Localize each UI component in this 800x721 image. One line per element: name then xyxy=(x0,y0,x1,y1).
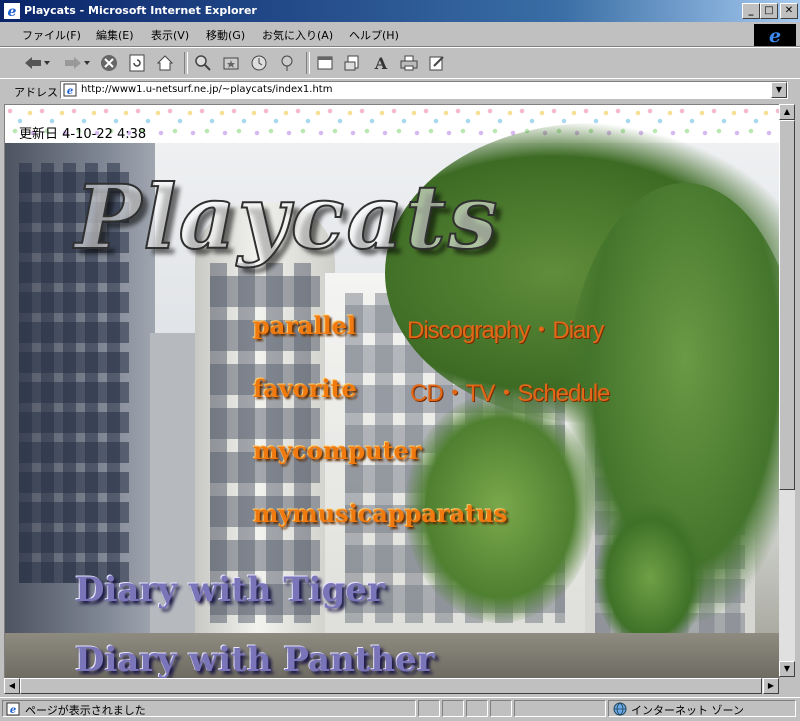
link-favorite[interactable]: favorite xyxy=(253,374,357,403)
horizontal-scroll-thumb[interactable] xyxy=(20,678,762,694)
window-title: Playcats - Microsoft Internet Explorer xyxy=(24,4,257,17)
page-content: 更新日 4-10-22 4:38 Playcats parallel Disco… xyxy=(4,104,780,679)
home-icon[interactable] xyxy=(154,52,176,74)
menu-edit[interactable]: 編集(E) xyxy=(96,27,134,43)
edit-icon[interactable] xyxy=(426,52,448,74)
internet-zone-icon xyxy=(613,702,627,716)
status-zone: インターネット ゾーン xyxy=(608,700,796,717)
scroll-down-icon[interactable]: ▼ xyxy=(779,661,795,677)
link-diary-tiger[interactable]: Diary with Tiger xyxy=(75,570,385,610)
tree-small xyxy=(595,503,705,653)
favorites-icon[interactable] xyxy=(220,52,242,74)
vertical-scrollbar[interactable]: ▲ ▼ xyxy=(779,104,795,677)
page-icon: e xyxy=(63,83,77,97)
stop-icon[interactable] xyxy=(98,52,120,74)
menu-file[interactable]: ファイル(F) xyxy=(22,27,81,43)
maximize-icon[interactable]: □ xyxy=(760,3,778,19)
menu-help[interactable]: ヘルプ(H) xyxy=(349,27,399,43)
menu-bar: ファイル(F) 編集(E) 表示(V) 移動(G) お気に入り(A) ヘルプ(H… xyxy=(0,22,800,47)
svg-text:e: e xyxy=(769,25,781,45)
status-cell xyxy=(442,700,464,717)
refresh-icon[interactable] xyxy=(126,52,148,74)
svg-text:e: e xyxy=(8,4,17,19)
fullscreen-icon[interactable] xyxy=(314,52,336,74)
status-cell xyxy=(466,700,488,717)
svg-text:A: A xyxy=(374,54,388,72)
history-icon[interactable] xyxy=(248,52,270,74)
address-bar: アドレス e http://www1.u-netsurf.ne.jp/~play… xyxy=(0,78,800,101)
status-cell xyxy=(514,700,606,717)
forward-dropdown-icon[interactable] xyxy=(82,52,92,74)
scrollbar-corner xyxy=(779,678,795,694)
status-cell xyxy=(490,700,512,717)
address-dropdown-icon[interactable]: ▼ xyxy=(771,82,787,98)
link-diary-panther[interactable]: Diary with Panther xyxy=(75,640,435,678)
scroll-right-icon[interactable]: ▶ xyxy=(763,678,779,694)
toolbar-separator xyxy=(184,52,188,74)
toolbar-separator xyxy=(306,52,310,74)
status-text: ページが表示されました xyxy=(25,704,146,717)
search-icon[interactable] xyxy=(192,52,214,74)
address-label: アドレス xyxy=(14,86,58,99)
title-bar[interactable]: e Playcats - Microsoft Internet Explorer… xyxy=(0,0,800,22)
link-parallel-sub[interactable]: Discography・Diary xyxy=(407,310,604,345)
channels-icon[interactable] xyxy=(276,52,298,74)
last-updated: 更新日 4-10-22 4:38 xyxy=(19,127,147,142)
page-loaded-icon: e xyxy=(6,702,20,716)
vertical-scroll-thumb[interactable] xyxy=(779,120,795,490)
address-input[interactable]: e http://www1.u-netsurf.ne.jp/~playcats/… xyxy=(60,81,788,99)
toolbar: A xyxy=(0,47,800,79)
back-icon[interactable] xyxy=(22,52,44,74)
svg-text:e: e xyxy=(10,705,16,716)
link-parallel[interactable]: parallel xyxy=(253,311,356,340)
address-url: http://www1.u-netsurf.ne.jp/~playcats/in… xyxy=(81,84,333,95)
mail-icon[interactable] xyxy=(342,52,364,74)
status-main: e ページが表示されました xyxy=(2,700,416,717)
status-cell xyxy=(418,700,440,717)
site-logo: Playcats xyxy=(74,164,500,270)
back-dropdown-icon[interactable] xyxy=(42,52,52,74)
link-mymusicapparatus[interactable]: mymusicapparatus xyxy=(253,499,507,528)
close-icon[interactable]: ✕ xyxy=(780,3,798,19)
svg-text:e: e xyxy=(67,86,73,97)
status-bar: e ページが表示されました インターネット ゾーン xyxy=(0,697,800,721)
font-icon[interactable]: A xyxy=(370,52,392,74)
menu-favorites[interactable]: お気に入り(A) xyxy=(262,27,333,43)
forward-icon[interactable] xyxy=(62,52,84,74)
menu-view[interactable]: 表示(V) xyxy=(151,27,189,43)
link-mycomputer[interactable]: mycomputer xyxy=(253,436,422,465)
scroll-left-icon[interactable]: ◀ xyxy=(4,678,20,694)
link-favorite-sub[interactable]: CD・TV・Schedule xyxy=(410,373,610,408)
ie-throbber-icon: e xyxy=(754,24,796,46)
print-icon[interactable] xyxy=(398,52,420,74)
menu-go[interactable]: 移動(G) xyxy=(206,27,245,43)
zone-text: インターネット ゾーン xyxy=(631,704,744,717)
ie-app-icon: e xyxy=(4,3,20,19)
scroll-up-icon[interactable]: ▲ xyxy=(779,104,795,120)
horizontal-scrollbar[interactable]: ◀ ▶ xyxy=(4,678,779,694)
minimize-icon[interactable]: _ xyxy=(742,3,760,19)
